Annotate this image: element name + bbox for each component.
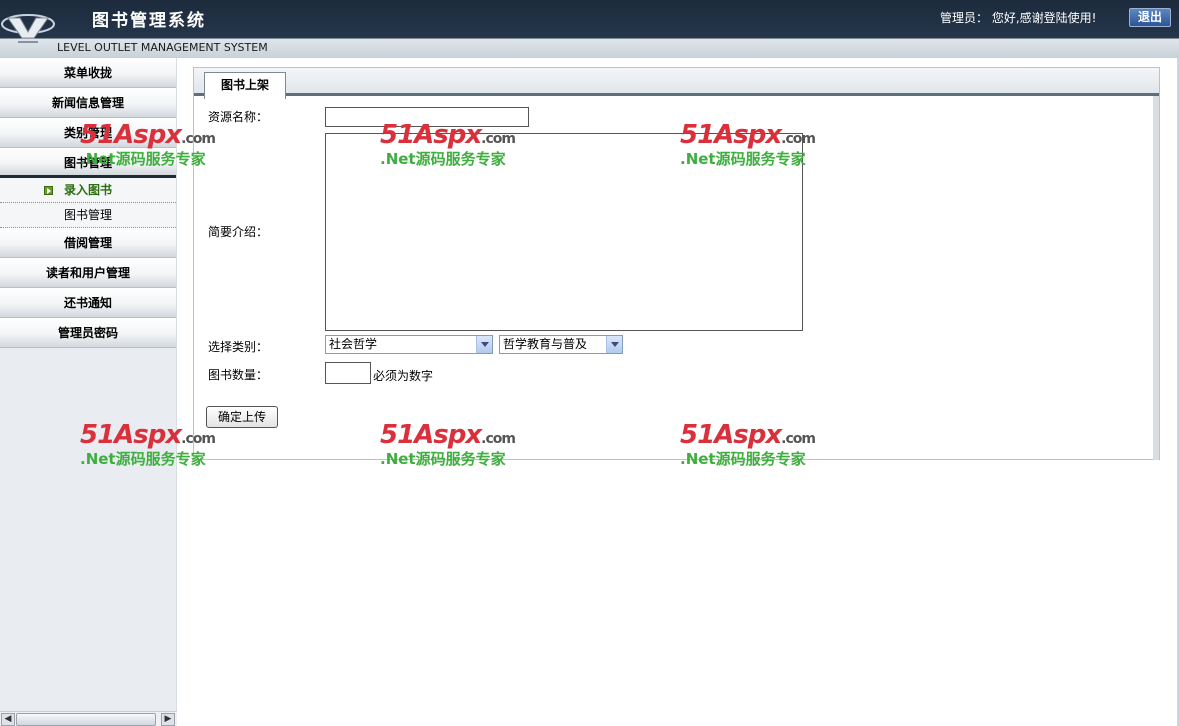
submit-button[interactable]: 确定上传: [206, 406, 278, 428]
system-subtitle: LEVEL OUTLET MANAGEMENT SYSTEM: [57, 41, 268, 54]
logout-button[interactable]: 退出: [1129, 8, 1171, 27]
sidebar: 菜单收拢 新闻信息管理 类别管理 图书管理 录入图书 图书管理 借阅管理 读者和…: [0, 58, 177, 726]
quantity-hint: 必须为数字: [373, 369, 434, 383]
chevron-down-icon: [476, 336, 492, 353]
sidebar-item-category[interactable]: 类别管理: [0, 118, 176, 148]
sidebar-item-borrow[interactable]: 借阅管理: [0, 228, 176, 258]
system-title: 图书管理系统: [92, 11, 206, 31]
sidebar-item-news[interactable]: 新闻信息管理: [0, 88, 176, 118]
sidebar-horizontal-scrollbar[interactable]: ◀ ▶: [0, 711, 177, 726]
main-panel: 图书上架 资源名称： 简要介绍： 选择类别： 社会哲学 哲学教育与普及 图书数量…: [193, 67, 1160, 460]
chevron-down-icon: [606, 336, 622, 353]
intro-textarea[interactable]: [325, 133, 803, 331]
welcome-text: 管理员： 您好,感谢登陆使用!: [940, 11, 1097, 25]
arrow-right-icon: [44, 186, 53, 195]
sidebar-subitem-add-book[interactable]: 录入图书: [0, 178, 176, 203]
scrollbar-thumb[interactable]: [16, 713, 156, 726]
category-primary-select[interactable]: 社会哲学: [325, 335, 493, 354]
name-input[interactable]: [325, 107, 529, 127]
sidebar-subitem-book-manage[interactable]: 图书管理: [0, 203, 176, 228]
category-primary-value: 社会哲学: [329, 337, 378, 351]
tab-bar: [194, 68, 1159, 96]
category-secondary-value: 哲学教育与普及: [503, 337, 588, 351]
sidebar-item-readers[interactable]: 读者和用户管理: [0, 258, 176, 288]
tab-add-book[interactable]: 图书上架: [204, 72, 286, 99]
scroll-right-icon[interactable]: ▶: [161, 713, 175, 726]
intro-label: 简要介绍：: [208, 225, 269, 239]
category-secondary-select[interactable]: 哲学教育与普及: [499, 335, 623, 354]
sidebar-subitem-label: 录入图书: [63, 183, 112, 197]
sidebar-item-collapse-menu[interactable]: 菜单收拢: [0, 58, 176, 88]
quantity-label: 图书数量：: [208, 368, 269, 382]
sidebar-item-books[interactable]: 图书管理: [0, 148, 176, 178]
app-header: 图书管理系统 LEVEL OUTLET MANAGEMENT SYSTEM 管理…: [0, 0, 1179, 58]
sidebar-item-admin-password[interactable]: 管理员密码: [0, 318, 176, 348]
scroll-left-icon[interactable]: ◀: [1, 713, 15, 726]
sidebar-item-return-notice[interactable]: 还书通知: [0, 288, 176, 318]
panel-edge: [1153, 96, 1159, 460]
quantity-input[interactable]: [325, 362, 371, 384]
name-label: 资源名称：: [208, 110, 269, 124]
category-label: 选择类别：: [208, 340, 269, 354]
logo-icon: [1, 14, 55, 43]
